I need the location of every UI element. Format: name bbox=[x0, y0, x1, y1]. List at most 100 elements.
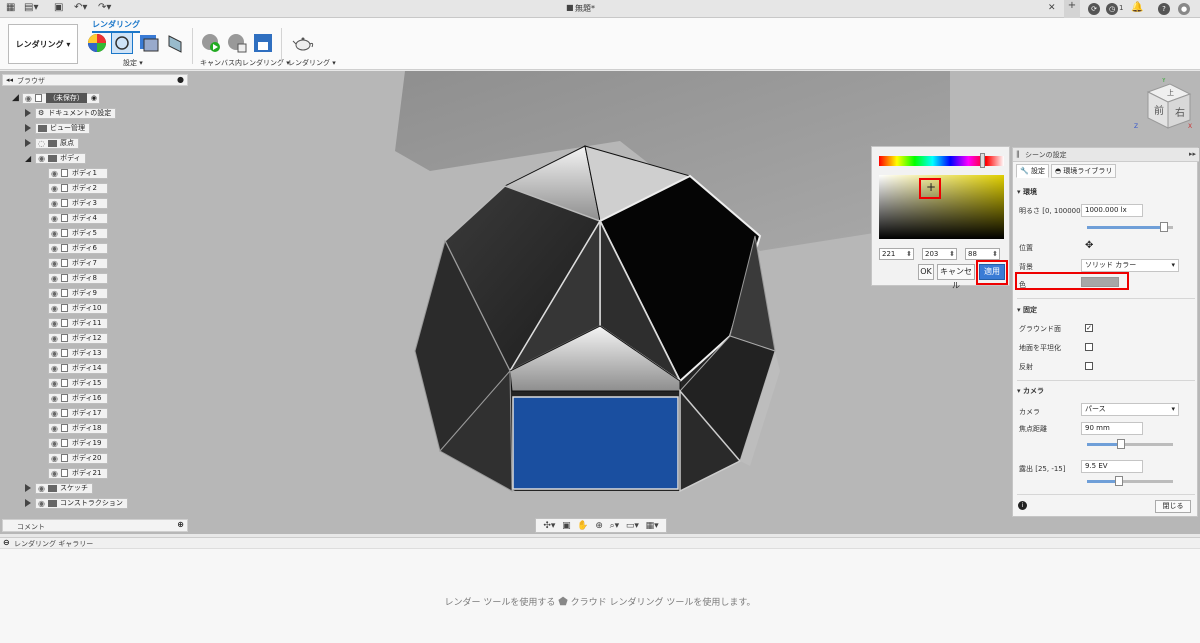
eye-icon[interactable]: ◉ bbox=[51, 214, 58, 223]
eye-icon[interactable]: ◉ bbox=[51, 364, 58, 373]
body-list-item[interactable]: ◉ ボディ19 bbox=[48, 437, 108, 449]
eye-icon[interactable]: ◉ bbox=[51, 394, 58, 403]
body-list-item[interactable]: ◉ ボディ18 bbox=[48, 422, 108, 434]
expand-icon[interactable]: ◢ bbox=[12, 93, 19, 103]
focal-length-input[interactable]: 90 mm bbox=[1081, 422, 1143, 435]
look-at-icon[interactable]: ▣ bbox=[562, 521, 571, 531]
panel-grip-icon[interactable]: ‖ bbox=[1016, 150, 1020, 158]
body-list-item[interactable]: ◉ ボディ15 bbox=[48, 377, 108, 389]
collapse-icon[interactable]: ◂◂ bbox=[6, 76, 13, 84]
eye-icon[interactable]: ◉ bbox=[25, 94, 32, 103]
eye-icon[interactable]: ◉ bbox=[51, 259, 58, 268]
pin-icon[interactable]: ● bbox=[177, 75, 184, 84]
close-tab-icon[interactable]: ✕ bbox=[1048, 3, 1056, 13]
red-field[interactable]: 221 bbox=[879, 248, 914, 260]
pan-icon[interactable]: ✋ bbox=[577, 521, 588, 531]
zoom-icon[interactable]: ⊕ bbox=[595, 521, 603, 531]
body-list-item[interactable]: ◉ ボディ5 bbox=[48, 227, 108, 239]
reflection-checkbox[interactable] bbox=[1085, 362, 1093, 370]
render-group-label[interactable]: レンダリング ▾ bbox=[288, 58, 336, 68]
tree-sketch[interactable]: ◉ スケッチ bbox=[25, 482, 93, 494]
browser-panel-header[interactable]: ◂◂ ブラウザ ● bbox=[2, 74, 188, 86]
expand-arrow-icon[interactable] bbox=[25, 484, 31, 492]
eye-icon[interactable]: ◉ bbox=[51, 304, 58, 313]
decal-icon[interactable] bbox=[164, 32, 186, 54]
view-cube-top[interactable]: 上 bbox=[1167, 88, 1174, 97]
ok-button[interactable]: OK bbox=[918, 264, 934, 280]
redo-icon[interactable]: ↷▾ bbox=[98, 2, 111, 13]
eye-icon[interactable]: ◉ bbox=[51, 199, 58, 208]
eye-icon[interactable]: ◉ bbox=[51, 469, 58, 478]
eye-icon[interactable]: ◉ bbox=[51, 169, 58, 178]
body-list-item[interactable]: ◉ ボディ17 bbox=[48, 407, 108, 419]
collapse-icon[interactable]: ⊖ bbox=[3, 538, 10, 547]
blue-field[interactable]: 88 bbox=[965, 248, 1000, 260]
info-icon[interactable]: i bbox=[1018, 501, 1027, 510]
tree-doc-settings[interactable]: ⚙ ドキュメントの設定 bbox=[25, 107, 117, 119]
workspace-switcher[interactable]: レンダリング ▾ bbox=[8, 24, 78, 64]
saturation-value-area[interactable] bbox=[879, 175, 1004, 239]
in-canvas-render-settings-icon[interactable] bbox=[226, 32, 248, 54]
tab-settings[interactable]: 🔧 設定 bbox=[1016, 164, 1049, 178]
move-icon[interactable]: ✥ bbox=[1085, 240, 1093, 251]
flatten-ground-checkbox[interactable] bbox=[1085, 343, 1093, 351]
eye-icon[interactable]: ◉ bbox=[51, 334, 58, 343]
eye-icon[interactable]: ◉ bbox=[38, 484, 45, 493]
camera-select[interactable]: パース ▾ bbox=[1081, 403, 1179, 416]
focal-length-slider-thumb[interactable] bbox=[1117, 439, 1126, 449]
undo-icon[interactable]: ↶▾ bbox=[74, 2, 87, 13]
eye-icon[interactable]: ◉ bbox=[51, 409, 58, 418]
render-gallery-header[interactable]: ⊖ レンダリング ギャラリー bbox=[0, 537, 1200, 549]
expand-arrow-icon[interactable] bbox=[25, 124, 31, 132]
eye-hidden-icon[interactable]: ◌ bbox=[38, 139, 45, 148]
exposure-slider[interactable] bbox=[1087, 476, 1173, 486]
tree-bodies[interactable]: ◢ ◉ ボディ bbox=[25, 152, 86, 164]
eye-icon[interactable]: ◉ bbox=[51, 274, 58, 283]
eye-icon[interactable]: ◉ bbox=[51, 424, 58, 433]
ground-plane-checkbox[interactable]: ✓ bbox=[1085, 324, 1093, 332]
environment-section-header[interactable]: ▾ 環境 bbox=[1017, 187, 1037, 197]
save-icon[interactable]: ▣ bbox=[54, 2, 63, 13]
expand-arrow-icon[interactable] bbox=[25, 139, 31, 147]
body-list-item[interactable]: ◉ ボディ4 bbox=[48, 212, 108, 224]
eye-icon[interactable]: ◉ bbox=[51, 229, 58, 238]
scene-settings-icon[interactable] bbox=[111, 32, 133, 54]
view-cube-right[interactable]: 右 bbox=[1175, 106, 1185, 119]
close-button[interactable]: 閉じる bbox=[1155, 500, 1191, 513]
job-status-icon[interactable]: ◷ bbox=[1106, 3, 1118, 15]
eye-icon[interactable]: ◉ bbox=[51, 244, 58, 253]
grid-settings-icon[interactable]: ▦▾ bbox=[646, 521, 659, 531]
tab-rendering[interactable]: レンダリング bbox=[92, 19, 140, 33]
account-icon[interactable]: ● bbox=[1178, 3, 1190, 15]
help-icon[interactable]: ? bbox=[1158, 3, 1170, 15]
new-tab-icon[interactable]: + bbox=[1064, 0, 1080, 18]
fit-icon[interactable]: ⌕▾ bbox=[610, 521, 620, 531]
in-canvas-render-group-label[interactable]: キャンバス内レンダリング ▾ bbox=[200, 58, 290, 68]
body-list-item[interactable]: ◉ ボディ13 bbox=[48, 347, 108, 359]
exposure-input[interactable]: 9.5 EV bbox=[1081, 460, 1143, 473]
collapse-arrow-icon[interactable]: ◢ bbox=[25, 154, 31, 163]
body-list-item[interactable]: ◉ ボディ20 bbox=[48, 452, 108, 464]
hue-slider[interactable] bbox=[879, 156, 1004, 166]
exposure-slider-thumb[interactable] bbox=[1114, 476, 1123, 486]
extensions-icon[interactable]: ⟳ bbox=[1088, 3, 1100, 15]
eye-icon[interactable]: ◉ bbox=[51, 289, 58, 298]
view-cube[interactable]: 上 前 右 Y Z X bbox=[1130, 77, 1194, 138]
tree-origin[interactable]: ◌ 原点 bbox=[25, 137, 79, 149]
brightness-slider[interactable] bbox=[1087, 222, 1173, 232]
expand-panel-icon[interactable]: ▸▸ bbox=[1189, 150, 1196, 158]
render-teapot-icon[interactable] bbox=[292, 32, 314, 54]
eye-icon[interactable]: ◉ bbox=[51, 184, 58, 193]
body-list-item[interactable]: ◉ ボディ14 bbox=[48, 362, 108, 374]
add-comment-icon[interactable]: ⊕ bbox=[177, 520, 184, 529]
expand-arrow-icon[interactable] bbox=[25, 109, 31, 117]
body-list-item[interactable]: ◉ ボディ1 bbox=[48, 167, 108, 179]
file-menu-icon[interactable]: ▤▾ bbox=[24, 2, 38, 13]
expand-arrow-icon[interactable] bbox=[25, 499, 31, 507]
body-list-item[interactable]: ◉ ボディ21 bbox=[48, 467, 108, 479]
eye-icon[interactable]: ◉ bbox=[38, 154, 45, 163]
background-select[interactable]: ソリッド カラー ▾ bbox=[1081, 259, 1179, 272]
appearance-icon[interactable] bbox=[86, 32, 108, 54]
in-canvas-render-icon[interactable] bbox=[200, 32, 222, 54]
blue-face[interactable] bbox=[512, 396, 679, 490]
